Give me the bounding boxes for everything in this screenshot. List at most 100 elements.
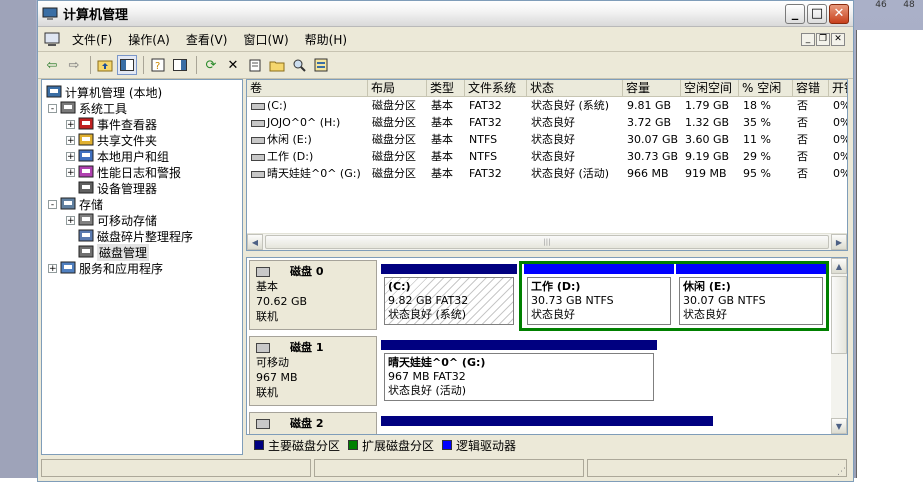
scroll-left-button[interactable]: ◀ <box>247 234 263 250</box>
scroll-thumb[interactable] <box>831 276 847 354</box>
legend-swatch-logical <box>442 440 453 450</box>
open-button[interactable] <box>245 55 265 75</box>
delete-button[interactable]: ✕ <box>223 55 243 75</box>
partition-g[interactable]: 晴天娃娃^0^ (G:) 967 MB FAT32 状态良好 (活动) <box>381 340 657 404</box>
table-row[interactable]: 工作 (D:) 磁盘分区 基本 NTFS 状态良好 30.73 GB 9.19 GB 29 %… <box>247 148 847 165</box>
help-icon <box>173 59 187 71</box>
menu-help[interactable]: 帮助(H) <box>297 31 355 48</box>
scroll-thumb[interactable]: ||| <box>265 235 829 249</box>
disk-status: 联机 <box>256 310 278 323</box>
column-header[interactable]: 容量 <box>623 80 681 96</box>
tree-item-label: 磁盘碎片整理程序 <box>97 229 194 244</box>
menu-action[interactable]: 操作(A) <box>120 31 178 48</box>
tree-item[interactable]: + 本地用户和组 <box>66 148 169 164</box>
table-row[interactable]: 休闲 (E:) 磁盘分区 基本 NTFS 状态良好 30.07 GB 3.60 GB 11 %… <box>247 131 847 148</box>
tree-item[interactable]: 磁盘管理 <box>66 243 150 261</box>
collapse-icon[interactable]: - <box>48 199 57 209</box>
column-header[interactable]: 空闲空间 <box>681 80 739 96</box>
up-button[interactable] <box>95 55 115 75</box>
search-button[interactable] <box>289 55 309 75</box>
expand-icon[interactable]: + <box>66 119 75 129</box>
horizontal-scrollbar[interactable]: ◀ ||| ▶ <box>247 233 847 250</box>
expand-icon[interactable]: + <box>48 263 57 273</box>
partition-name: 工作 (D:) <box>531 280 581 293</box>
disk-info[interactable]: 磁盘 2 <box>249 412 377 434</box>
help-button[interactable] <box>170 55 190 75</box>
partition-body: 休闲 (E:) 30.07 GB NTFS 状态良好 <box>679 277 823 325</box>
mdi-minimize-button[interactable]: _ <box>801 32 815 46</box>
title-bar[interactable]: 计算机管理 _ □ ✕ <box>38 1 853 27</box>
table-cell: (C:) <box>247 97 368 114</box>
refresh-button[interactable]: ⟳ <box>201 55 221 75</box>
tree-item[interactable]: + 服务和应用程序 <box>48 260 163 276</box>
table-row[interactable]: (C:) 磁盘分区 基本 FAT32 状态良好 (系统) 9.81 GB 1.79 GB 18… <box>247 97 847 114</box>
minimize-button[interactable]: _ <box>785 3 805 24</box>
expand-icon[interactable]: + <box>66 215 75 225</box>
expand-icon[interactable]: + <box>66 135 75 145</box>
column-header[interactable]: 卷 <box>247 80 368 96</box>
column-header[interactable]: % 空闲 <box>739 80 793 96</box>
menu-view[interactable]: 查看(V) <box>178 31 236 48</box>
close-icon: ✕ <box>834 34 842 44</box>
column-header[interactable]: 文件系统 <box>465 80 527 96</box>
partition-disk2[interactable] <box>381 416 713 426</box>
resize-grip-icon[interactable]: ⋰ <box>837 467 846 477</box>
table-cell: FAT32 <box>469 167 502 180</box>
partition-status: 状态良好 <box>683 308 727 321</box>
partition-bar <box>524 264 674 274</box>
tree-item[interactable]: 磁盘碎片整理程序 <box>66 228 193 244</box>
tree-item[interactable]: 设备管理器 <box>66 180 157 196</box>
table-row[interactable]: JOJO^0^ (H:) 磁盘分区 基本 FAT32 状态良好 3.72 GB 1.32 G… <box>247 114 847 131</box>
table-cell: 磁盘分区 <box>372 150 416 163</box>
mdi-restore-button[interactable]: ❐ <box>816 32 830 46</box>
column-header[interactable]: 开销 <box>829 80 847 96</box>
open-icon <box>249 59 261 72</box>
show-hide-tree-button[interactable] <box>117 55 137 75</box>
menu-file[interactable]: 文件(F) <box>64 31 120 48</box>
forward-button[interactable]: ⇨ <box>64 55 84 75</box>
partition-name: 晴天娃娃^0^ (G:) <box>388 356 486 369</box>
tree-item[interactable]: + 共享文件夹 <box>66 132 157 148</box>
menu-window[interactable]: 窗口(W) <box>235 31 296 48</box>
disk-name: 磁盘 1 <box>290 341 324 354</box>
performance-icon <box>78 165 94 178</box>
tree-item[interactable]: + 性能日志和警报 <box>66 164 181 180</box>
partition-status: 状态良好 (活动) <box>388 384 467 397</box>
folder-button[interactable] <box>267 55 287 75</box>
expand-icon[interactable]: + <box>66 151 75 161</box>
export-button[interactable] <box>311 55 331 75</box>
table-cell: 0% <box>833 99 847 112</box>
scroll-right-button[interactable]: ▶ <box>831 234 847 250</box>
tree-item[interactable]: - 存储 <box>48 196 103 212</box>
tree-item[interactable]: + 可移动存储 <box>66 212 157 228</box>
column-header[interactable]: 类型 <box>427 80 465 96</box>
maximize-button[interactable]: □ <box>807 3 827 24</box>
partition-c[interactable]: (C:) 9.82 GB FAT32 状态良好 (系统) <box>381 264 517 328</box>
volume-name: JOJO^0^ (H:) <box>267 116 341 129</box>
column-header[interactable]: 状态 <box>527 80 623 96</box>
mdi-close-button[interactable]: ✕ <box>831 32 845 46</box>
scroll-down-button[interactable]: ▼ <box>831 418 847 434</box>
volume-icon <box>251 154 265 161</box>
close-button[interactable]: ✕ <box>829 3 849 24</box>
tree-item[interactable]: + 事件查看器 <box>66 116 157 132</box>
disk-info[interactable]: 磁盘 1 可移动 967 MB 联机 <box>249 336 377 406</box>
partition-e[interactable]: 休闲 (E:) 30.07 GB NTFS 状态良好 <box>676 264 826 328</box>
back-button[interactable]: ⇦ <box>42 55 62 75</box>
collapse-icon[interactable]: - <box>48 103 57 113</box>
vertical-scrollbar[interactable]: ▲ ▼ <box>831 258 847 434</box>
column-header[interactable]: 布局 <box>368 80 427 96</box>
grip-icon: ||| <box>543 238 551 246</box>
table-cell: 状态良好 <box>531 133 575 146</box>
partition-d[interactable]: 工作 (D:) 30.73 GB NTFS 状态良好 <box>524 264 674 328</box>
disk-info[interactable]: 磁盘 0 基本 70.62 GB 联机 <box>249 260 377 330</box>
expand-icon[interactable]: + <box>66 167 75 177</box>
tree-item[interactable]: - 系统工具 <box>48 100 127 116</box>
scroll-up-button[interactable]: ▲ <box>831 258 847 274</box>
table-row[interactable]: 晴天娃娃^0^ (G:) 磁盘分区 基本 FAT32 状态良好 (活动) 966 MB 91… <box>247 165 847 182</box>
properties-button[interactable]: ? <box>148 55 168 75</box>
column-header[interactable]: 容错 <box>793 80 829 96</box>
tree-item[interactable]: 计算机管理 (本地) <box>46 84 162 100</box>
volume-name: 休闲 (E:) <box>267 133 312 146</box>
table-cell: 9.19 GB <box>685 150 730 163</box>
